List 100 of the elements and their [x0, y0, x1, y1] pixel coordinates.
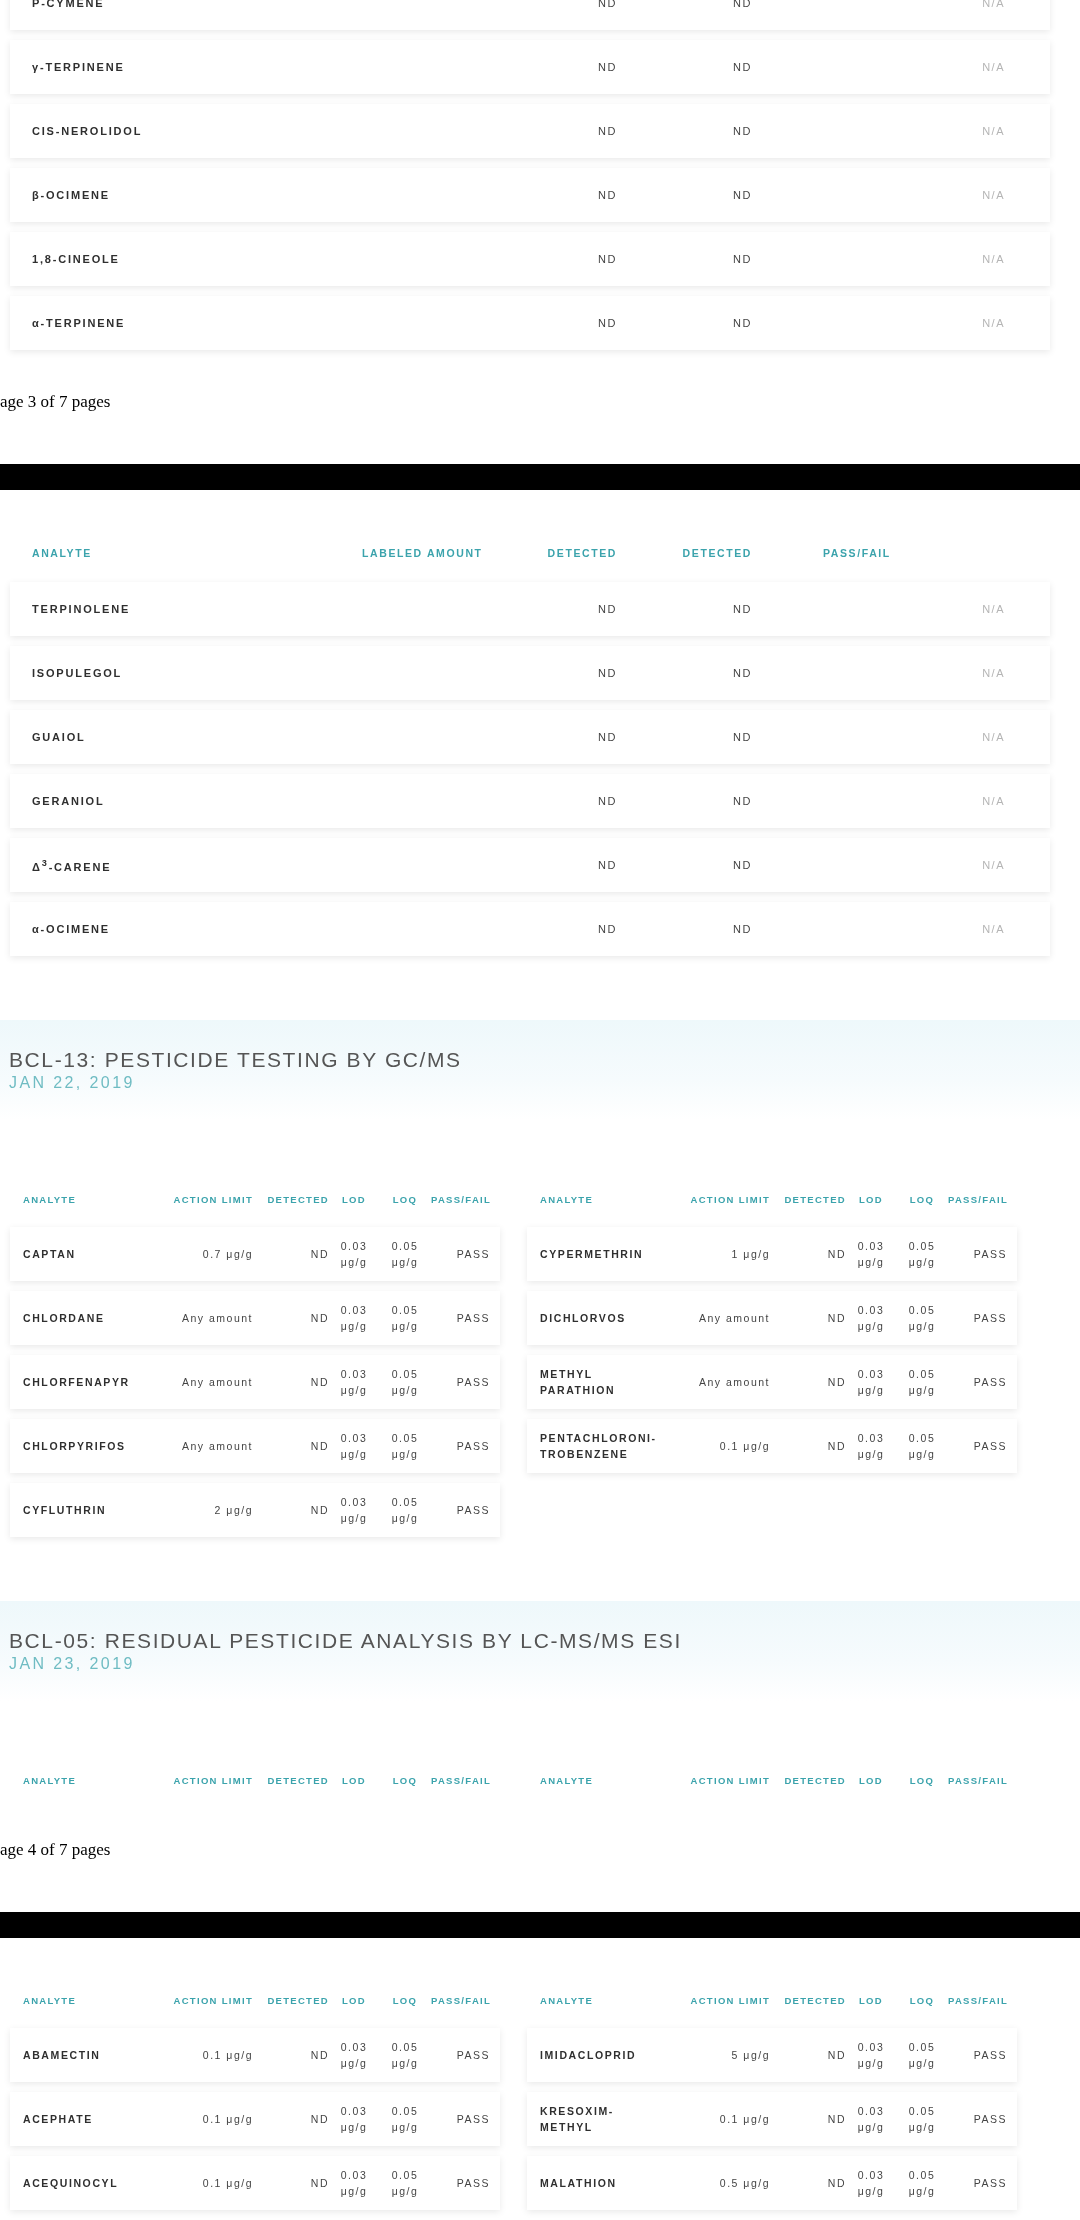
- analyte-name: 1,8-CINEOLE: [32, 252, 121, 267]
- table-cell-text: 0.03 μg/g: [339, 1367, 369, 1398]
- table-cell-text: 0.03 μg/g: [856, 1303, 886, 1334]
- table-cell-text: 0.05 μg/g: [390, 1495, 420, 1526]
- column-header: DETECTED: [266, 1193, 329, 1205]
- analyte-name: GUAIOL: [32, 730, 87, 745]
- table-cell-text: 0.1 μg/g: [718, 1440, 770, 1452]
- result-cell-text: N/A: [981, 859, 1005, 871]
- column-header: LOD: [858, 1994, 884, 2006]
- column-header: LABELED AMOUNT: [362, 547, 484, 559]
- table-cell-text: 0.03 μg/g: [856, 2040, 886, 2071]
- table-cell-text: ND: [826, 1312, 846, 1324]
- table-cell-text: 0.03 μg/g: [856, 1367, 886, 1398]
- table-cell-text: ND: [732, 603, 752, 615]
- column-header: ANALYTE: [23, 1774, 78, 1786]
- table-cell-text: ND: [597, 603, 617, 615]
- table-cell-text: Any amount: [697, 1312, 770, 1324]
- table-cell-text: ND: [597, 923, 617, 935]
- column-header: ACTION LIMIT: [172, 1193, 253, 1205]
- analyte-name: CYFLUTHRIN: [23, 1503, 108, 1518]
- table-cell-text: ND: [309, 1376, 329, 1388]
- table-cell-text: ND: [597, 317, 617, 329]
- column-header: ANALYTE: [32, 547, 93, 559]
- table-cell-text: ND: [732, 0, 752, 9]
- column-header: DETECTED: [681, 547, 752, 559]
- table-cell-text: ND: [597, 731, 617, 743]
- column-header: PASS/FAIL: [822, 547, 892, 559]
- table-cell-text: 0.05 μg/g: [907, 1239, 937, 1270]
- column-header: ANALYTE: [23, 1193, 78, 1205]
- result-cell-text: N/A: [981, 603, 1005, 615]
- table-cell-text: Any amount: [697, 1376, 770, 1388]
- table-cell-text: 1 μg/g: [730, 1248, 770, 1260]
- result-cell-text: PASS: [455, 2049, 490, 2061]
- column-header: ANALYTE: [23, 1994, 78, 2006]
- table-cell-text: ND: [309, 2177, 329, 2189]
- result-cell-text: N/A: [981, 317, 1005, 329]
- analyte-name: CAPTAN: [23, 1247, 77, 1262]
- table-cell-text: ND: [597, 125, 617, 137]
- analyte-name: DICHLORVOS: [540, 1311, 627, 1326]
- table-cell-text: ND: [826, 2177, 846, 2189]
- table-cell-text: ND: [309, 2113, 329, 2125]
- column-header: PASS/FAIL: [948, 1774, 1009, 1786]
- table-cell-text: ND: [732, 317, 752, 329]
- analyte-name: GERANIOL: [32, 794, 106, 809]
- result-cell-text: PASS: [455, 1312, 490, 1324]
- result-cell-text: PASS: [972, 1376, 1007, 1388]
- column-header: ANALYTE: [540, 1774, 595, 1786]
- result-cell-text: PASS: [455, 1376, 490, 1388]
- column-header: LOD: [341, 1193, 367, 1205]
- table-cell-text: 0.05 μg/g: [390, 2040, 420, 2071]
- result-cell-text: PASS: [972, 1440, 1007, 1452]
- table-cell-text: Any amount: [180, 1312, 253, 1324]
- result-cell-text: PASS: [455, 1440, 490, 1452]
- analyte-name: CHLORFENAPYR: [23, 1375, 131, 1390]
- analyte-name: PENTACHLORONI-TROBENZENE: [540, 1431, 658, 1462]
- table-cell-text: ND: [826, 2113, 846, 2125]
- table-cell-text: 0.05 μg/g: [390, 2168, 420, 2199]
- column-header: ANALYTE: [540, 1994, 595, 2006]
- result-cell-text: N/A: [981, 253, 1005, 265]
- table-cell-text: ND: [597, 667, 617, 679]
- column-header: ACTION LIMIT: [689, 1193, 770, 1205]
- column-header: LOQ: [908, 1774, 936, 1786]
- table-cell-text: ND: [597, 795, 617, 807]
- column-header: PASS/FAIL: [948, 1193, 1009, 1205]
- table-cell-text: 0.1 μg/g: [201, 2177, 253, 2189]
- column-header: DETECTED: [266, 1994, 329, 2006]
- result-cell-text: N/A: [981, 61, 1005, 73]
- column-header: ACTION LIMIT: [172, 1994, 253, 2006]
- column-header: LOD: [341, 1994, 367, 2006]
- result-cell-text: N/A: [981, 731, 1005, 743]
- result-cell-text: PASS: [455, 2177, 490, 2189]
- analyte-name: ACEPHATE: [23, 2112, 94, 2127]
- column-header: DETECTED: [546, 547, 617, 559]
- table-cell-text: 5 μg/g: [730, 2049, 770, 2061]
- table-cell-text: ND: [826, 1440, 846, 1452]
- result-cell-text: N/A: [981, 189, 1005, 201]
- analyte-name: ISOPULEGOL: [32, 666, 124, 681]
- section-title: BCL-13: PESTICIDE TESTING BY GC/MS: [9, 1047, 463, 1073]
- result-cell-text: PASS: [972, 2113, 1007, 2125]
- result-cell-text: PASS: [455, 2113, 490, 2125]
- table-cell-text: 0.03 μg/g: [856, 1239, 886, 1270]
- column-header: DETECTED: [783, 1774, 846, 1786]
- table-cell-text: 0.03 μg/g: [856, 2104, 886, 2135]
- table-cell-text: 0.03 μg/g: [856, 2168, 886, 2199]
- table-cell-text: Any amount: [180, 1376, 253, 1388]
- analyte-name: METHYL PARATHION: [540, 1367, 617, 1398]
- table-cell-text: ND: [597, 61, 617, 73]
- table-cell-text: ND: [309, 1440, 329, 1452]
- section-date: JAN 23, 2019: [9, 1654, 136, 1674]
- table-cell-text: ND: [309, 2049, 329, 2061]
- table-cell-text: 0.03 μg/g: [856, 1431, 886, 1462]
- column-header: ACTION LIMIT: [689, 1994, 770, 2006]
- table-cell-text: ND: [309, 1248, 329, 1260]
- analyte-name: ACEQUINOCYL: [23, 2176, 120, 2191]
- table-cell-text: 0.05 μg/g: [907, 1431, 937, 1462]
- analyte-name: β-OCIMENE: [32, 188, 111, 203]
- table-cell-text: ND: [597, 253, 617, 265]
- table-cell-text: ND: [732, 189, 752, 201]
- table-cell-text: 0.05 μg/g: [907, 1303, 937, 1334]
- column-header: PASS/FAIL: [431, 1774, 492, 1786]
